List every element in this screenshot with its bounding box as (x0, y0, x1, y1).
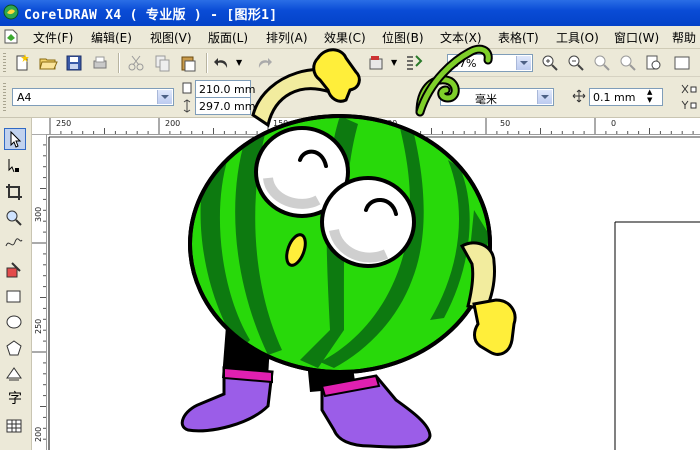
watermelon-character-illustration[interactable] (0, 0, 700, 450)
right-glove (472, 298, 517, 356)
top-glove (312, 48, 361, 103)
